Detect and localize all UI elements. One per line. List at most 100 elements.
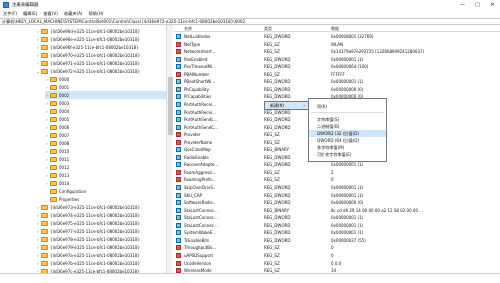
tree-node[interactable]: Configuration bbox=[45, 187, 166, 195]
expand-arrow-icon[interactable]: › bbox=[36, 205, 40, 210]
tree-node[interactable]: › 0001 bbox=[45, 83, 166, 91]
tree-node[interactable]: › {4d36e96f-e325-11ce-bfc1-08002be10318} bbox=[36, 43, 166, 51]
tree-node[interactable]: › 0005 bbox=[45, 115, 166, 123]
expand-arrow-icon[interactable]: › bbox=[36, 237, 40, 242]
tree-node-label: {4d36e979-e325-11ce-bfc1-08002be10318} bbox=[50, 244, 141, 250]
tree-node[interactable]: › 0008 bbox=[45, 139, 166, 147]
submenu-item[interactable]: 可扩充字符串值(E) bbox=[309, 151, 386, 158]
name-column-header[interactable]: 名称 bbox=[184, 26, 192, 32]
expand-arrow-icon[interactable]: › bbox=[36, 37, 40, 42]
tree-node[interactable]: › 0010 bbox=[45, 147, 166, 155]
minimize-button[interactable]: — bbox=[455, 0, 470, 10]
menu-favorites[interactable]: 收藏夹(A) bbox=[61, 11, 86, 17]
tree-node[interactable]: › {4d36e973-e325-11ce-bfc1-08002be10318} bbox=[36, 203, 166, 211]
tree-node[interactable]: › 0011 bbox=[45, 155, 166, 163]
tree-node[interactable]: › {4d36e977-e325-11ce-bfc1-08002be10318} bbox=[36, 227, 166, 235]
expand-arrow-icon[interactable]: › bbox=[45, 165, 49, 170]
tree-node[interactable]: › {4d36e979-e325-11ce-bfc1-08002be10318} bbox=[36, 243, 166, 251]
tree-node[interactable]: › {4d36e971-e325-11ce-bfc1-08002be10318} bbox=[36, 59, 166, 67]
tree-node[interactable]: › 0003 bbox=[45, 99, 166, 107]
data-column-header[interactable]: 数据 bbox=[331, 26, 339, 32]
string-value-icon bbox=[176, 245, 181, 251]
address-path[interactable]: HKEY_LOCAL_MACHINE\SYSTEM\ControlSet001\… bbox=[16, 19, 245, 24]
folder-icon bbox=[41, 252, 48, 258]
tree-node[interactable]: › {4d36e974-e325-11ce-bfc1-08002be10318} bbox=[36, 211, 166, 219]
address-bar[interactable]: 计算机\ HKEY_LOCAL_MACHINE\SYSTEM\ControlSe… bbox=[0, 18, 500, 25]
expand-arrow-icon[interactable]: › bbox=[36, 245, 40, 250]
expand-arrow-icon[interactable]: › bbox=[36, 221, 40, 226]
expand-arrow-icon[interactable]: › bbox=[45, 77, 49, 82]
value-data: 0x00000001 (1) bbox=[331, 162, 364, 168]
submenu-item[interactable]: 项(K) bbox=[309, 103, 386, 110]
menu-edit[interactable]: 编辑(E) bbox=[20, 11, 40, 17]
type-column-header[interactable]: 类型 bbox=[264, 26, 272, 32]
tree-node-label: 0006 bbox=[59, 124, 70, 130]
folder-icon bbox=[41, 228, 48, 234]
tree-node-label: 0013 bbox=[59, 172, 70, 178]
value-name: SoftwareRadio... bbox=[184, 200, 217, 206]
submenu-item[interactable]: QWORD (64 位)值(Q) bbox=[309, 137, 386, 144]
tree-node[interactable]: › 0004 bbox=[45, 107, 166, 115]
registry-editor-icon bbox=[3, 2, 9, 8]
value-name: StaLastConnec... bbox=[184, 207, 218, 213]
expand-arrow-icon[interactable]: › bbox=[45, 93, 49, 98]
expand-arrow-icon[interactable]: ⌄ bbox=[36, 69, 40, 74]
tree-vertical-scrollbar[interactable] bbox=[166, 25, 173, 273]
tree-scroll-thumb[interactable] bbox=[168, 77, 173, 135]
expand-arrow-icon[interactable]: › bbox=[36, 253, 40, 258]
expand-arrow-icon[interactable]: › bbox=[45, 109, 49, 114]
menu-view[interactable]: 查看(V) bbox=[40, 11, 61, 17]
tree-node[interactable]: › {4d36e96d-e325-11ce-bfc1-08002be10318} bbox=[36, 27, 166, 35]
expand-arrow-icon[interactable]: › bbox=[45, 173, 49, 178]
expand-arrow-icon[interactable]: › bbox=[45, 125, 49, 130]
folder-icon bbox=[41, 212, 48, 218]
folder-icon bbox=[50, 92, 57, 98]
expand-arrow-icon[interactable]: › bbox=[36, 261, 40, 266]
expand-arrow-icon[interactable]: › bbox=[45, 101, 49, 106]
tree-node[interactable]: › 0014 bbox=[45, 179, 166, 187]
folder-icon bbox=[41, 44, 48, 50]
menu-help[interactable]: 帮助(H) bbox=[86, 11, 107, 17]
expand-arrow-icon[interactable]: › bbox=[45, 133, 49, 138]
submenu-item[interactable]: 字符串值(S) bbox=[309, 116, 386, 123]
submenu-item[interactable]: 二进制值(B) bbox=[309, 123, 386, 130]
tree-node[interactable]: › 0006 bbox=[45, 123, 166, 131]
tree-node[interactable]: › {4d36e97a-e325-11ce-bfc1-08002be10318} bbox=[36, 251, 166, 259]
maximize-button[interactable]: □ bbox=[470, 0, 485, 10]
expand-arrow-icon[interactable]: › bbox=[36, 213, 40, 218]
tree-node[interactable]: › 0000 bbox=[45, 75, 166, 83]
tree-node[interactable]: › 0013 bbox=[45, 171, 166, 179]
tree-node[interactable]: › {4d36e978-e325-11ce-bfc1-08002be10318} bbox=[36, 235, 166, 243]
menu-file[interactable]: 文件(F) bbox=[0, 11, 20, 17]
submenu-item[interactable]: DWORD (32 位)值(D) bbox=[309, 130, 386, 137]
value-name: PortAuthRecei... bbox=[184, 109, 216, 115]
expand-arrow-icon[interactable]: › bbox=[36, 45, 40, 50]
expand-arrow-icon[interactable]: › bbox=[45, 181, 49, 186]
expand-arrow-icon[interactable]: › bbox=[45, 149, 49, 154]
expand-arrow-icon[interactable]: › bbox=[45, 141, 49, 146]
tree-node-label: 0000 bbox=[59, 76, 70, 82]
close-button[interactable]: ✕ bbox=[485, 0, 500, 10]
expand-arrow-icon[interactable]: › bbox=[45, 157, 49, 162]
tree-node[interactable]: › 0002 bbox=[45, 91, 166, 99]
tree-node[interactable]: › 0007 bbox=[45, 131, 166, 139]
value-data: 0x00000064 (100) bbox=[331, 64, 369, 70]
expand-arrow-icon[interactable]: › bbox=[36, 229, 40, 234]
expand-arrow-icon[interactable]: › bbox=[36, 29, 40, 34]
expand-arrow-icon[interactable]: › bbox=[45, 85, 49, 90]
submenu-item[interactable]: 多字符串值(M) bbox=[309, 144, 386, 151]
tree-node[interactable]: › {4d36e970-e325-11ce-bfc1-08002be10318} bbox=[36, 51, 166, 59]
value-name: PortAuthRecei... bbox=[184, 101, 216, 107]
value-data: WLAN bbox=[331, 41, 344, 47]
expand-arrow-icon[interactable]: › bbox=[45, 117, 49, 122]
expand-arrow-icon[interactable]: › bbox=[36, 53, 40, 58]
tree-node[interactable]: ⌄ {4d36e972-e325-11ce-bfc1-08002be10318} bbox=[36, 67, 166, 75]
expand-arrow-icon[interactable]: › bbox=[36, 61, 40, 66]
tree-node[interactable]: › {4d36e975-e325-11ce-bfc1-08002be10318} bbox=[36, 219, 166, 227]
tree-node[interactable]: › {4d36e96e-e325-11ce-bfc1-08002be10318} bbox=[36, 35, 166, 43]
context-new-item[interactable]: 新建(N) › bbox=[265, 102, 308, 109]
tree-node[interactable]: › {4d36e97b-e325-11ce-bfc1-08002be10318} bbox=[36, 259, 166, 267]
tree-node[interactable]: Properties bbox=[45, 195, 166, 203]
binary-value-icon bbox=[176, 101, 181, 107]
tree-node[interactable]: › 0012 bbox=[45, 163, 166, 171]
